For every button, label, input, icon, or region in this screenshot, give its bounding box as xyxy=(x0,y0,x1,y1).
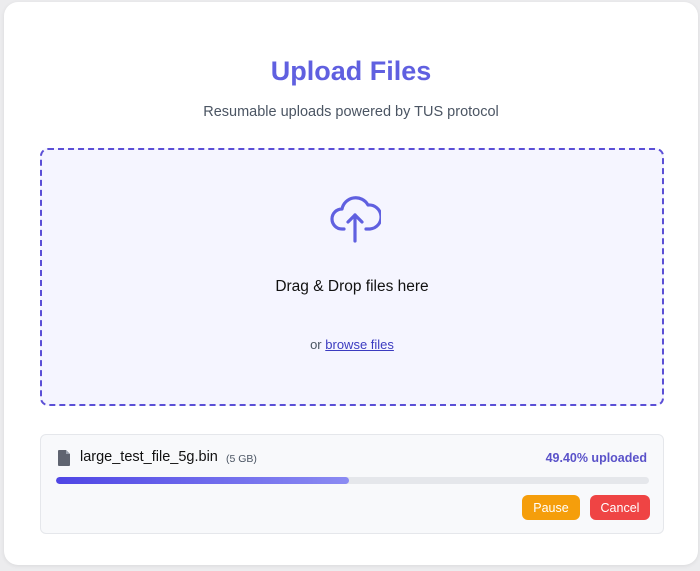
progress-bar xyxy=(56,477,649,484)
progress-status: 49.40% uploaded xyxy=(545,451,647,465)
or-label: or xyxy=(310,337,322,352)
drop-zone[interactable]: Drag & Drop files here or browse files xyxy=(40,148,664,406)
file-size: (5 GB) xyxy=(226,453,257,465)
cancel-button[interactable]: Cancel xyxy=(590,495,650,520)
upload-card: Upload Files Resumable uploads powered b… xyxy=(4,2,698,565)
file-name: large_test_file_5g.bin xyxy=(80,449,218,465)
file-icon xyxy=(58,450,70,466)
browse-files-link[interactable]: browse files xyxy=(325,337,394,352)
cloud-upload-icon xyxy=(330,196,381,243)
drop-instruction: Drag & Drop files here xyxy=(275,278,429,295)
pause-button[interactable]: Pause xyxy=(522,495,580,520)
page-subtitle: Resumable uploads powered by TUS protoco… xyxy=(203,104,499,120)
upload-item: large_test_file_5g.bin (5 GB) 49.40% upl… xyxy=(40,434,664,534)
browse-line: or browse files xyxy=(42,337,662,352)
page-title: Upload Files xyxy=(270,56,432,86)
progress-bar-fill xyxy=(56,477,349,484)
